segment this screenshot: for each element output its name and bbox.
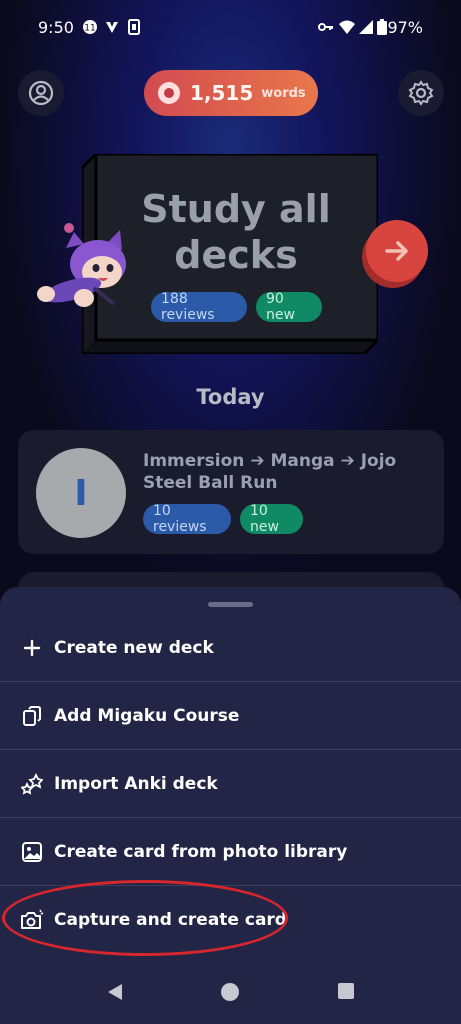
menu-item-label: Import Anki deck <box>54 773 218 794</box>
menu-item-label: Add Migaku Course <box>54 705 240 726</box>
study-reviews-badge: 188 reviews <box>151 291 247 323</box>
battery-icon <box>377 19 387 35</box>
wifi-icon <box>339 20 355 34</box>
arrow-right-icon <box>385 241 408 261</box>
profile-button[interactable] <box>18 70 64 116</box>
add-migaku-course-item[interactable]: Add Migaku Course <box>0 682 461 749</box>
gear-icon <box>408 80 434 106</box>
bottom-sheet: Create new deck Add Migaku Course Import… <box>0 587 461 1024</box>
home-icon[interactable] <box>220 982 240 1002</box>
study-title: Study all decks <box>120 186 352 278</box>
create-card-from-photo-library-item[interactable]: Create card from photo library <box>0 818 461 885</box>
cards-icon <box>20 704 44 728</box>
status-bar: 9:50 11 97% <box>0 0 461 56</box>
study-start-button[interactable] <box>366 220 428 282</box>
image-icon <box>20 840 44 864</box>
svg-text:11: 11 <box>84 24 95 34</box>
deck-avatar: I <box>36 448 126 538</box>
app-notification-icon <box>106 22 118 33</box>
system-nav-bar <box>0 960 461 1024</box>
words-count: 1,515 <box>190 81 254 105</box>
menu-item-label: Create new deck <box>54 637 214 658</box>
study-title-line2: decks <box>174 233 298 277</box>
today-heading: Today <box>196 385 265 409</box>
deck-name: Immersion ➔ Manga ➔ Jojo Steel Ball Run <box>143 451 397 493</box>
create-new-deck-item[interactable]: Create new deck <box>0 614 461 681</box>
deck-new-badge: 10 new <box>240 503 303 535</box>
deck-reviews-badge: 10 reviews <box>143 503 231 535</box>
coin-icon <box>158 82 180 104</box>
recents-icon[interactable] <box>337 982 355 1000</box>
words-unit: words <box>261 85 306 101</box>
sheet-handle[interactable] <box>208 602 253 607</box>
words-counter[interactable]: 1,515 words <box>144 70 318 116</box>
sim-icon <box>128 19 140 35</box>
back-icon[interactable] <box>106 982 124 1002</box>
anki-icon <box>20 772 44 796</box>
vpn-key-icon <box>318 23 333 31</box>
deck-card[interactable]: I Immersion ➔ Manga ➔ Jojo Steel Ball Ru… <box>18 430 444 554</box>
status-time: 9:50 <box>38 18 74 37</box>
import-anki-deck-item[interactable]: Import Anki deck <box>0 750 461 817</box>
battery-percent: 97% <box>387 18 423 37</box>
study-title-line1: Study all <box>141 187 331 231</box>
user-icon <box>28 80 54 106</box>
mascot-illustration <box>37 223 126 307</box>
signal-icon <box>359 20 373 34</box>
study-new-badge: 90 new <box>256 291 322 323</box>
plus-icon <box>20 636 44 660</box>
notification-badge-icon: 11 <box>83 20 97 34</box>
menu-item-label: Create card from photo library <box>54 841 348 862</box>
settings-button[interactable] <box>398 70 444 116</box>
highlight-annotation <box>2 880 288 956</box>
